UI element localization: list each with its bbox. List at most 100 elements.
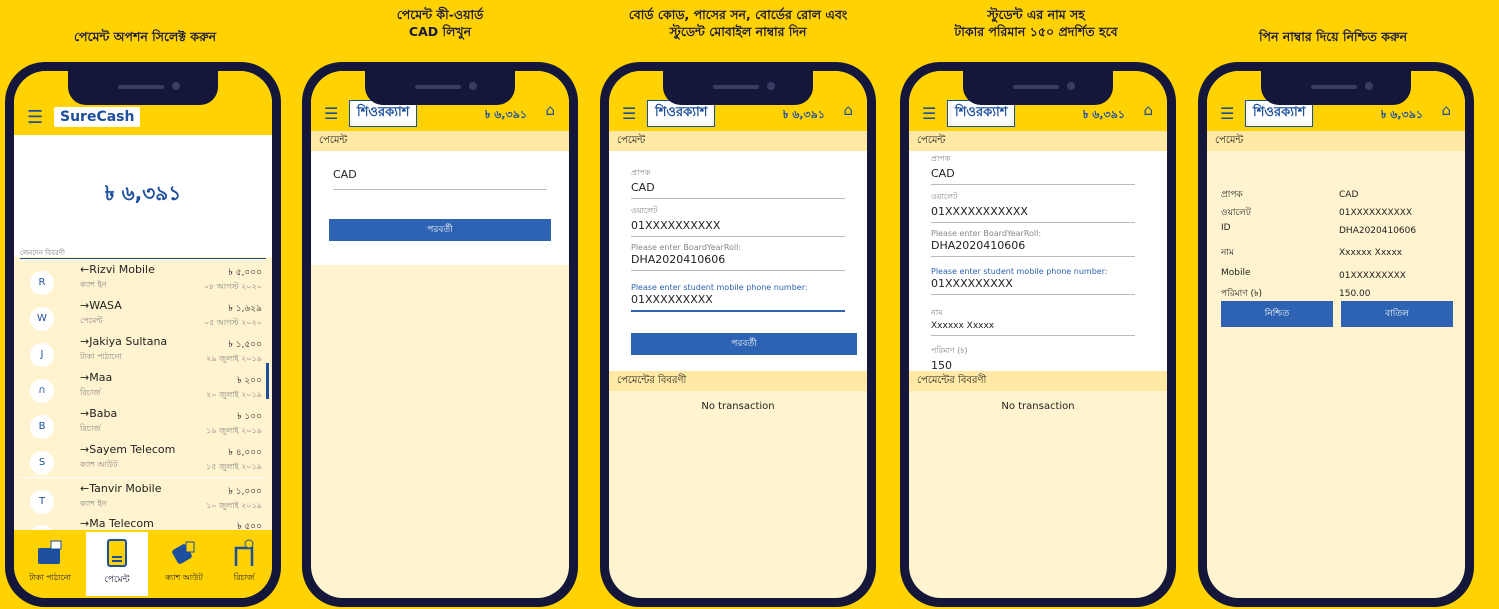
phone-home: ☰ SureCash ৳ ৬,৩৯১ লেনদেন বিবরণী R ←Rizvi… (5, 62, 281, 607)
transaction-type: ক্যাশ আউট (80, 460, 118, 469)
board-year-roll-field[interactable]: Please enter BoardYearRoll: DHA202041060… (631, 243, 845, 271)
field-label: Please enter BoardYearRoll: (631, 243, 742, 252)
cancel-button[interactable]: বাতিল (1341, 301, 1453, 327)
cash-out-icon (172, 541, 195, 564)
confirm-button[interactable]: নিশ্চিত (1221, 301, 1333, 327)
menu-icon[interactable]: ☰ (622, 106, 636, 122)
screen-board-info: ☰ শিওরক্যাশ ৳ ৬,৩৯১ ⌂ পেমেন্ট প্রাপক CAD… (609, 71, 867, 598)
balance: ৳ ৬,৩৯১ (484, 108, 527, 121)
menu-icon[interactable]: ☰ (922, 106, 936, 122)
field-value: Xxxxxx Xxxxx (931, 321, 995, 331)
field-label: Please enter student mobile phone number… (631, 283, 808, 292)
detail-value: Xxxxxx Xxxxx (1339, 248, 1403, 258)
balance-amount: ৳ ৬,৩৯১ (104, 181, 182, 205)
phone-student-info: ☰ শিওরক্যাশ ৳ ৬,৩৯১ ⌂ পেমেন্ট প্রাপক CAD… (900, 62, 1176, 607)
detail-key: Mobile (1221, 268, 1251, 278)
bottom-tab-bar: টাকা পাঠানো পেমেন্ট ক্যাশ আউট রিচার্জ (14, 530, 272, 598)
detail-value: DHA2020410606 (1339, 226, 1417, 236)
page-title: পেমেন্ট (609, 131, 867, 151)
menu-icon[interactable]: ☰ (27, 109, 43, 127)
tab-send-money[interactable]: টাকা পাঠানো (20, 538, 80, 585)
transaction-name: ←Rizvi Mobile (80, 263, 155, 276)
keyword-value: CAD (333, 168, 357, 181)
balance: ৳ ৬,৩৯১ (782, 108, 825, 121)
transaction-name: →Jakiya Sultana (80, 335, 168, 348)
field-value: 01XXXXXXXXX (931, 277, 1013, 290)
student-name-field: নাম Xxxxxx Xxxxx (931, 307, 1135, 336)
transaction-row[interactable]: R ←Rizvi Mobile ক্যাশ ইন ৳ ৫,০০০ ০৮ আগস্ট ২০… (20, 261, 266, 298)
form-panel: CAD পরবর্তী (311, 151, 569, 265)
transaction-amount: ৳ ২০০ (237, 376, 262, 386)
balance: ৳ ৬,৩৯১ (1380, 108, 1423, 121)
home-icon[interactable]: ⌂ (545, 101, 555, 119)
next-button[interactable]: পরবর্তী (329, 219, 551, 241)
no-transaction-text: No transaction (1001, 401, 1075, 412)
transaction-row[interactable]: W →WASA পেমেন্ট ৳ ১,৬২৯ ০৫ আগস্ট ২০২০ (20, 297, 266, 334)
surecash-logo: SureCash (54, 107, 141, 127)
avatar: W (30, 307, 54, 331)
detail-value: 01XXXXXXXXXX (1339, 208, 1413, 218)
transaction-type: টাকা পাঠানো (80, 352, 122, 361)
detail-key: ID (1221, 223, 1231, 233)
home-icon[interactable]: ⌂ (843, 101, 853, 119)
transaction-row[interactable]: ∩ →Maa রিচার্জ ৳ ২০০ ২০ জুলাই ২০১৯ (20, 369, 266, 406)
transaction-row[interactable]: S →Sayem Telecom ক্যাশ আউট ৳ ৪,০০০ ১৫ জুলাই … (20, 441, 266, 478)
student-mobile-field[interactable]: Please enter student mobile phone number… (631, 283, 845, 312)
caption-2: পেমেন্ট কী-ওয়ার্ড CAD লিখুন (396, 7, 484, 39)
payment-details-title: পেমেন্টের বিবরণী (609, 371, 867, 391)
phone-board-info: ☰ শিওরক্যাশ ৳ ৬,৩৯১ ⌂ পেমেন্ট প্রাপক CAD… (600, 62, 876, 607)
keyword-field[interactable]: CAD (333, 167, 547, 190)
detail-value: 01XXXXXXXXX (1339, 271, 1406, 281)
recipient-field[interactable]: প্রাপক CAD (631, 167, 845, 199)
field-value: DHA2020410606 (631, 253, 726, 266)
avatar: B (30, 415, 54, 439)
detail-key: ওয়ালেট (1221, 208, 1251, 218)
menu-icon[interactable]: ☰ (324, 106, 338, 122)
form-panel: প্রাপক CAD ওয়ালেট 01XXXXXXXXXX Please e… (609, 151, 867, 371)
tab-cash-out[interactable]: ক্যাশ আউট (154, 538, 214, 585)
avatar: R (30, 271, 54, 295)
transaction-name: →Ma Telecom (80, 517, 154, 530)
no-transaction-text: No transaction (701, 401, 775, 412)
tab-label: পেমেন্ট (104, 575, 130, 585)
field-value: 01XXXXXXXXXX (631, 219, 721, 232)
tab-label: টাকা পাঠানো (29, 573, 71, 582)
field-label: প্রাপক (931, 154, 951, 163)
transaction-amount: ৳ ৫,০০০ (228, 268, 262, 278)
field-value: 01XXXXXXXXX (631, 293, 713, 306)
transaction-name: →Baba (80, 407, 118, 420)
transaction-amount: ৳ ১০০ (237, 412, 262, 422)
transaction-row[interactable]: J →Jakiya Sultana টাকা পাঠানো ৳ ১,৫০০ ২৯ জুল… (20, 333, 266, 370)
phone-confirm: ☰ শিওরক্যাশ ৳ ৬,৩৯১ ⌂ পেমেন্ট প্রাপক CAD ও… (1198, 62, 1474, 607)
menu-icon[interactable]: ☰ (1220, 106, 1234, 122)
transaction-name: →Maa (80, 371, 113, 384)
tab-payment[interactable]: পেমেন্ট (86, 532, 148, 596)
transaction-row[interactable]: T ←Tanvir Mobile ক্যাশ ইন ৳ ১,০০০ ১০ জুলাই ২… (20, 480, 266, 517)
field-label: পরিমাণ (৳) (931, 346, 968, 355)
transaction-row[interactable]: B →Baba রিচার্জ ৳ ১০০ ১৯ জুলাই ২০১৯ (20, 405, 266, 442)
home-icon[interactable]: ⌂ (1441, 101, 1451, 119)
tab-recharge[interactable]: রিচার্জ (214, 538, 272, 585)
transaction-type: রিচার্জ (80, 388, 101, 397)
field-label: Please enter BoardYearRoll: (931, 229, 1042, 238)
field-value: 01XXXXXXXXXXX (931, 205, 1028, 218)
page-title: পেমেন্ট (909, 131, 1167, 151)
transaction-type: রিচার্জ (80, 424, 101, 433)
detail-key: নাম (1221, 248, 1234, 258)
transaction-date: ০৮ আগস্ট ২০২০ (203, 282, 262, 291)
confirm-panel (1207, 151, 1465, 251)
transaction-date: ১৫ জুলাই ২০১৯ (206, 462, 262, 471)
field-label: প্রাপক (631, 168, 651, 177)
avatar: S (30, 451, 54, 475)
home-icon[interactable]: ⌂ (1143, 101, 1153, 119)
transaction-name: →WASA (80, 299, 122, 312)
scrollbar[interactable] (266, 363, 269, 399)
next-button[interactable]: পরবর্তী (631, 333, 857, 355)
field-label: নাম (931, 308, 943, 317)
wallet-field[interactable]: ওয়ালেট 01XXXXXXXXXX (631, 205, 845, 237)
student-mobile-field: Please enter student mobile phone number… (931, 267, 1135, 295)
transaction-type: পেমেন্ট (80, 316, 103, 325)
transaction-date: ১০ জুলাই ২০১৯ (206, 501, 262, 510)
transaction-name: →Sayem Telecom (80, 443, 176, 456)
board-year-roll-field: Please enter BoardYearRoll: DHA202041060… (931, 229, 1135, 257)
